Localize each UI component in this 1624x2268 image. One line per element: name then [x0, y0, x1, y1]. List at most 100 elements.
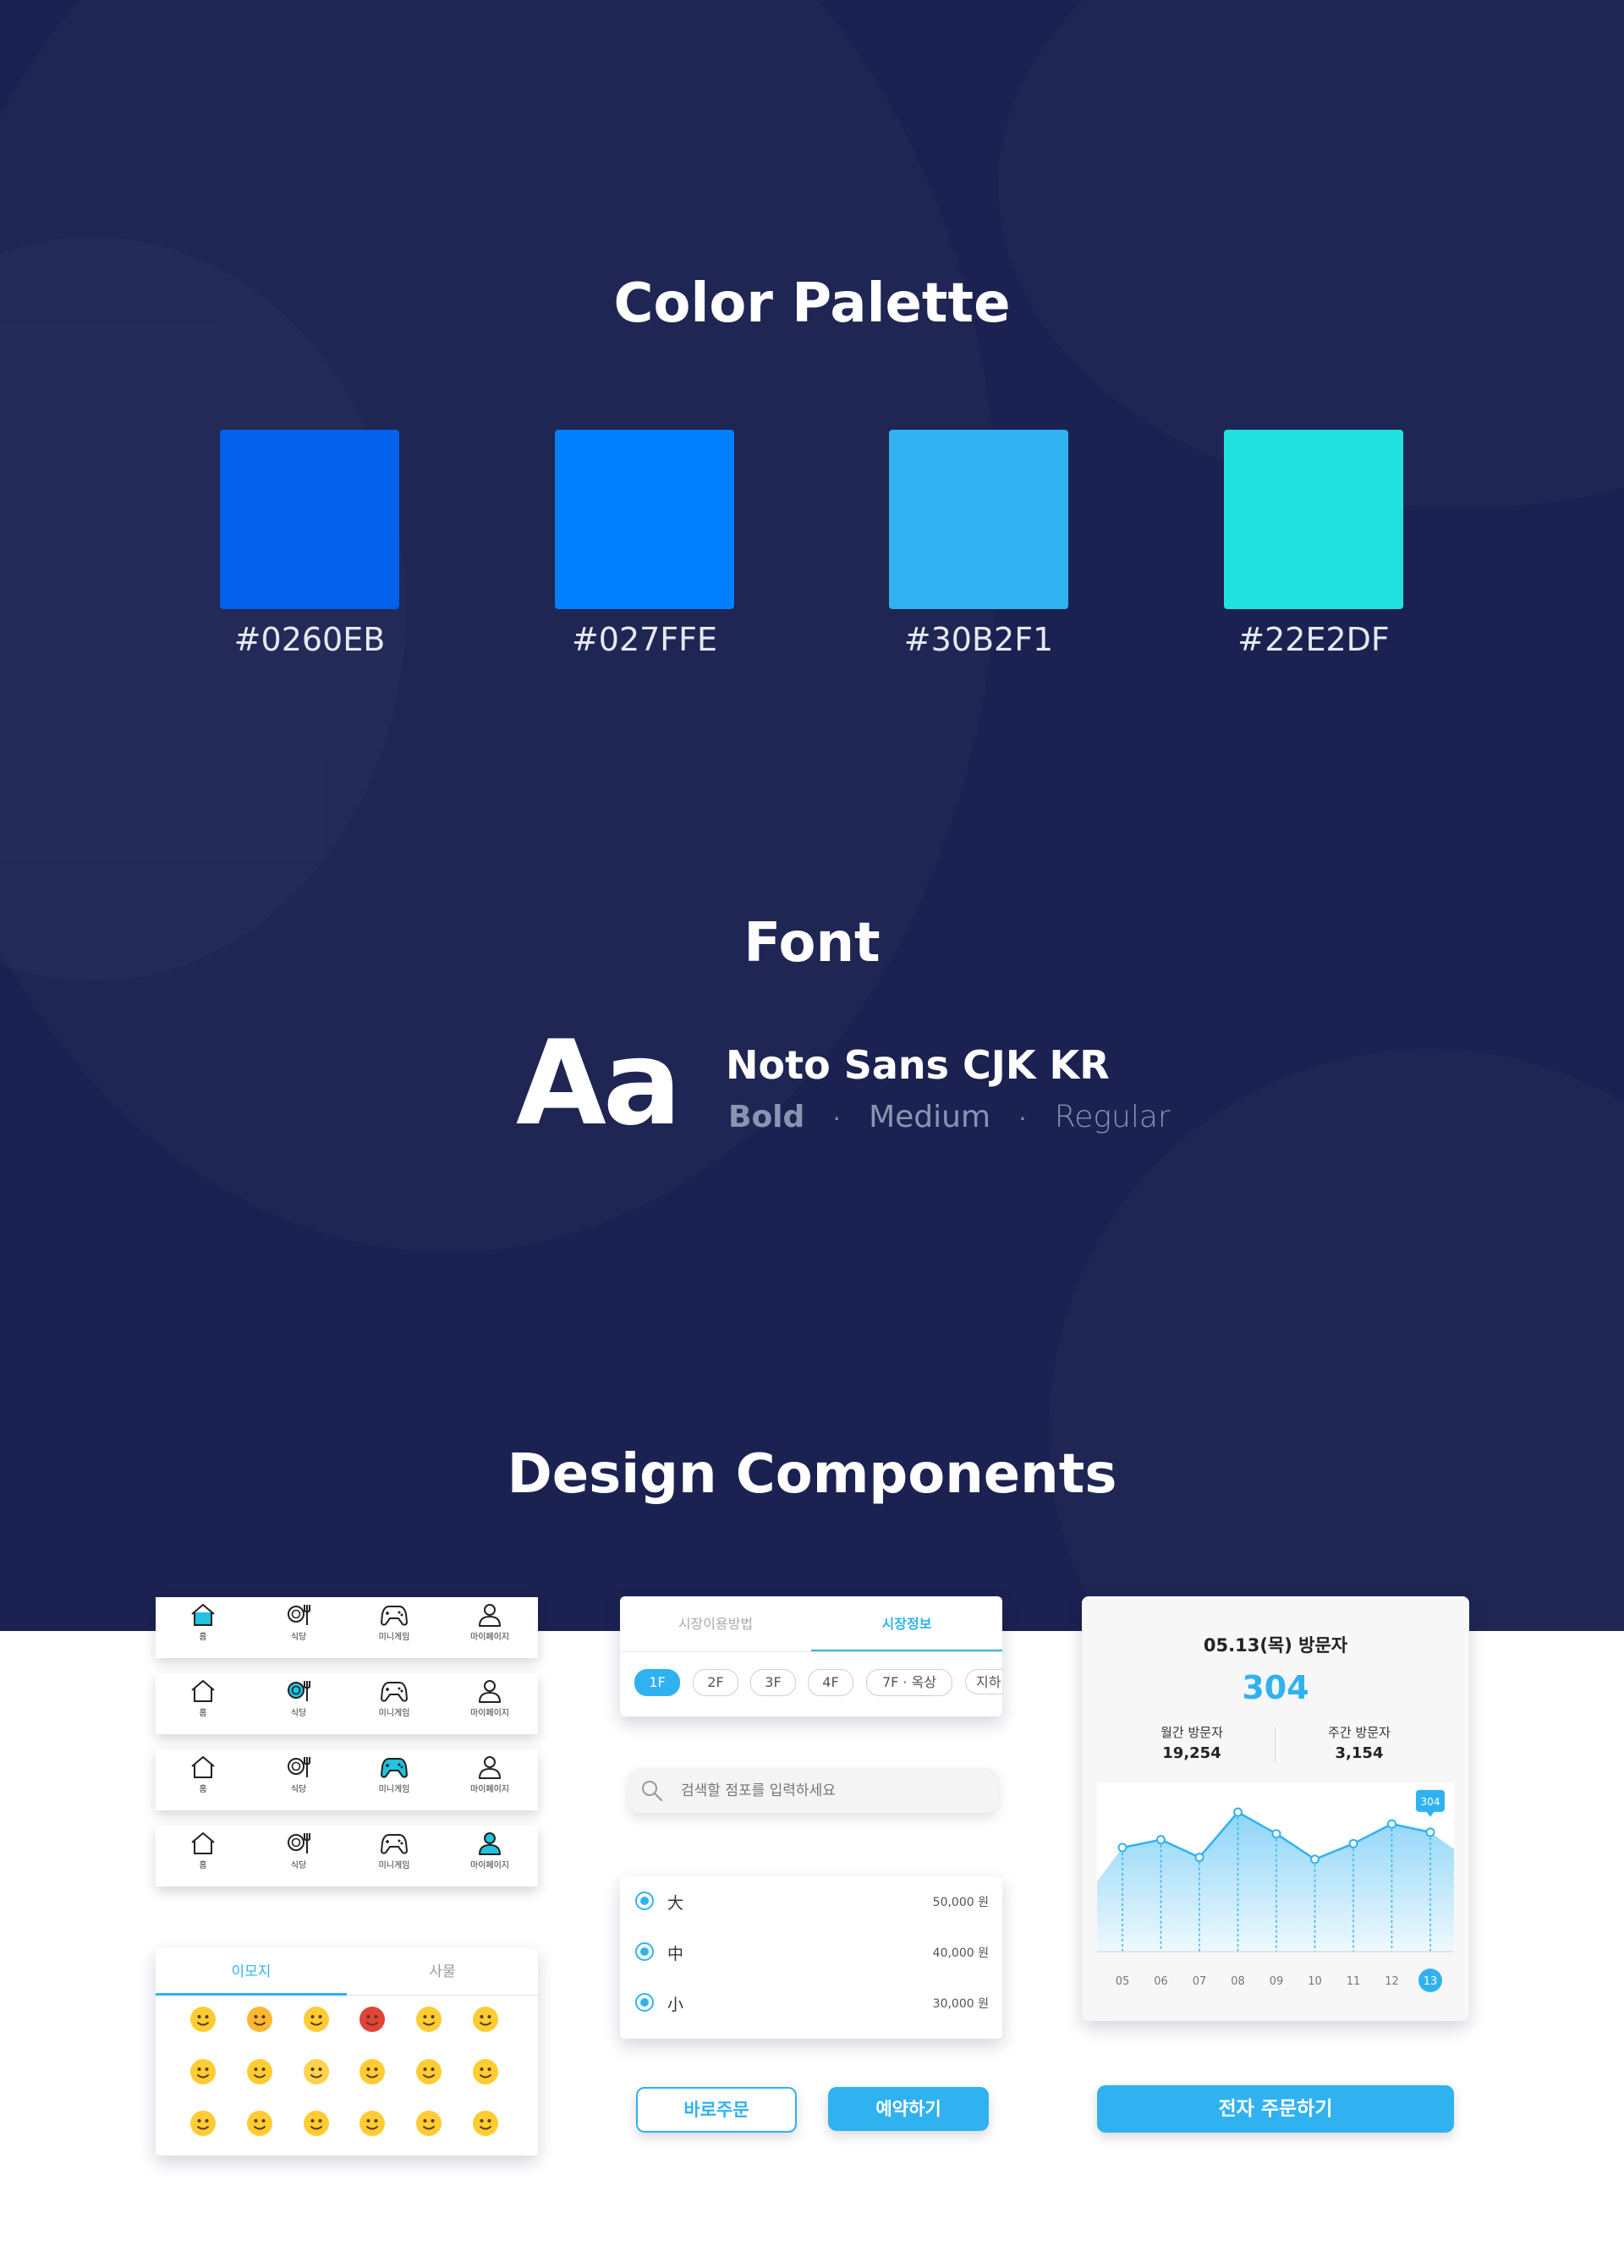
font-title: Font: [743, 912, 881, 975]
size-option-card: 大 50,000 원 中 40,000 원 小 30,000 원: [620, 1876, 1002, 2039]
nav-item-mypage[interactable]: 마이페이지: [452, 1602, 528, 1642]
nav-item-minigame[interactable]: 미니게임: [356, 1678, 432, 1718]
emoji-icon[interactable]: [416, 2007, 442, 2032]
nav-item-restaurant[interactable]: 식당: [261, 1755, 337, 1794]
font-weight-separator: ·: [1018, 1105, 1027, 1133]
option-row-medium[interactable]: 中 40,000 원: [620, 1927, 1002, 1978]
nav-label: 홈: [199, 1709, 207, 1718]
chart-x-tick-label: 06: [1154, 1975, 1168, 1988]
gamepad-icon: [356, 1755, 432, 1780]
color-hex-label: #22E2DF: [1237, 621, 1390, 658]
emoji-icon[interactable]: [473, 2007, 498, 2032]
floor-chip-4f[interactable]: 4F: [808, 1669, 853, 1696]
radio-selected[interactable]: [635, 1892, 654, 1910]
emoji-icon[interactable]: [247, 2007, 272, 2032]
option-price: 40,000 원: [932, 1947, 989, 1960]
option-row-small[interactable]: 小 30,000 원: [620, 1978, 1002, 2029]
emoji-icon[interactable]: [359, 2007, 385, 2032]
emoji-icon[interactable]: [473, 2059, 498, 2084]
nav-item-mypage[interactable]: 마이페이지: [452, 1755, 528, 1794]
home-icon: [165, 1678, 241, 1704]
emoji-icon[interactable]: [247, 2111, 272, 2136]
emoji-icon[interactable]: [190, 2007, 216, 2032]
nav-item-home[interactable]: 홈: [165, 1831, 241, 1870]
nav-item-home[interactable]: 홈: [165, 1755, 241, 1794]
option-label: 中: [667, 1945, 684, 1963]
restaurant-icon: [261, 1755, 337, 1780]
reserve-button[interactable]: 예약하기: [828, 2087, 989, 2131]
emoji-icon[interactable]: [190, 2059, 216, 2084]
order-now-button[interactable]: 바로주문: [636, 2087, 797, 2133]
emoji-icon[interactable]: [304, 2059, 329, 2084]
chart-data-point: [1194, 1853, 1204, 1863]
chart-data-point: [1156, 1835, 1166, 1845]
floor-chip-basement[interactable]: 지하: [965, 1669, 1002, 1694]
nav-item-minigame[interactable]: 미니게임: [356, 1755, 432, 1794]
floor-chip-1f[interactable]: 1F: [634, 1669, 680, 1696]
nav-label: 마이페이지: [470, 1861, 509, 1870]
chart-x-tick-label: 07: [1193, 1975, 1207, 1988]
nav-item-mypage[interactable]: 마이페이지: [452, 1831, 528, 1870]
chart-x-tick-label: 10: [1308, 1975, 1322, 1988]
floor-chip-7f-rooftop[interactable]: 7F · 옥상: [866, 1669, 952, 1696]
nav-label: 마이페이지: [470, 1709, 509, 1718]
font-weight-medium: Medium: [869, 1100, 991, 1134]
radio-selected[interactable]: [635, 1942, 654, 1961]
home-icon: [165, 1602, 241, 1628]
nav-label: 홈: [199, 1861, 207, 1870]
font-weights: Bold · Medium · Regular: [728, 1100, 1171, 1134]
nav-item-home[interactable]: 홈: [165, 1602, 241, 1642]
emoji-icon[interactable]: [473, 2111, 498, 2136]
nav-item-restaurant[interactable]: 식당: [261, 1602, 337, 1642]
nav-item-mypage[interactable]: 마이페이지: [452, 1678, 528, 1718]
emoji-icon[interactable]: [247, 2059, 272, 2084]
radio-selected[interactable]: [635, 1993, 654, 2012]
chart-data-point: [1387, 1819, 1396, 1829]
store-search-bar[interactable]: [628, 1768, 998, 1813]
bottom-nav-bar: 홈 식당 미니게임 마이페이지: [156, 1826, 538, 1886]
nav-item-minigame[interactable]: 미니게임: [356, 1831, 432, 1870]
emoji-icon[interactable]: [359, 2059, 385, 2084]
color-swatch-027ffe: [555, 430, 734, 609]
color-swatch-0260eb: [220, 430, 399, 609]
emoji-icon[interactable]: [304, 2111, 329, 2136]
tab-objects[interactable]: 사물: [347, 1948, 538, 1996]
floor-chip-2f[interactable]: 2F: [693, 1669, 738, 1696]
option-row-large[interactable]: 大 50,000 원: [620, 1876, 1002, 1927]
chart-x-tick-label: 05: [1116, 1975, 1130, 1988]
nav-item-restaurant[interactable]: 식당: [261, 1831, 337, 1870]
emoji-picker-card: 이모지 사물: [156, 1948, 538, 2155]
nav-item-home[interactable]: 홈: [165, 1678, 241, 1718]
emoji-icon[interactable]: [190, 2111, 216, 2136]
design-components-title: Design Components: [507, 1443, 1117, 1506]
home-icon: [165, 1755, 241, 1780]
e-order-button[interactable]: 전자 주문하기: [1097, 2085, 1454, 2133]
emoji-icon[interactable]: [416, 2111, 442, 2136]
user-icon: [452, 1602, 528, 1628]
option-price: 50,000 원: [932, 1896, 989, 1909]
chart-x-tick-label: 11: [1347, 1975, 1361, 1988]
nav-item-restaurant[interactable]: 식당: [261, 1678, 337, 1718]
floor-chip-3f[interactable]: 3F: [750, 1669, 796, 1696]
emoji-icon[interactable]: [359, 2111, 385, 2136]
nav-label: 식당: [290, 1709, 307, 1718]
bottom-nav-bar: 홈 식당 미니게임 마이페이지: [156, 1749, 538, 1810]
chart-data-point: [1271, 1829, 1281, 1839]
emoji-icon[interactable]: [416, 2059, 442, 2084]
home-icon: [165, 1831, 241, 1856]
color-palette-title: Color Palette: [613, 272, 1011, 335]
nav-label: 홈: [199, 1633, 207, 1642]
chart-data-point: [1233, 1807, 1243, 1817]
decor-circle: [1049, 1049, 1624, 1631]
color-swatch-22e2df: [1224, 430, 1403, 609]
nav-label: 식당: [290, 1785, 307, 1794]
font-sample: Aa: [516, 1015, 682, 1151]
user-icon: [452, 1831, 528, 1856]
nav-label: 마이페이지: [470, 1785, 509, 1794]
search-input[interactable]: [679, 1777, 987, 1805]
tab-emoji[interactable]: 이모지: [156, 1948, 347, 1996]
nav-label: 미니게임: [378, 1785, 410, 1794]
nav-label: 마이페이지: [470, 1633, 509, 1642]
emoji-icon[interactable]: [304, 2007, 329, 2032]
nav-item-minigame[interactable]: 미니게임: [356, 1602, 432, 1642]
